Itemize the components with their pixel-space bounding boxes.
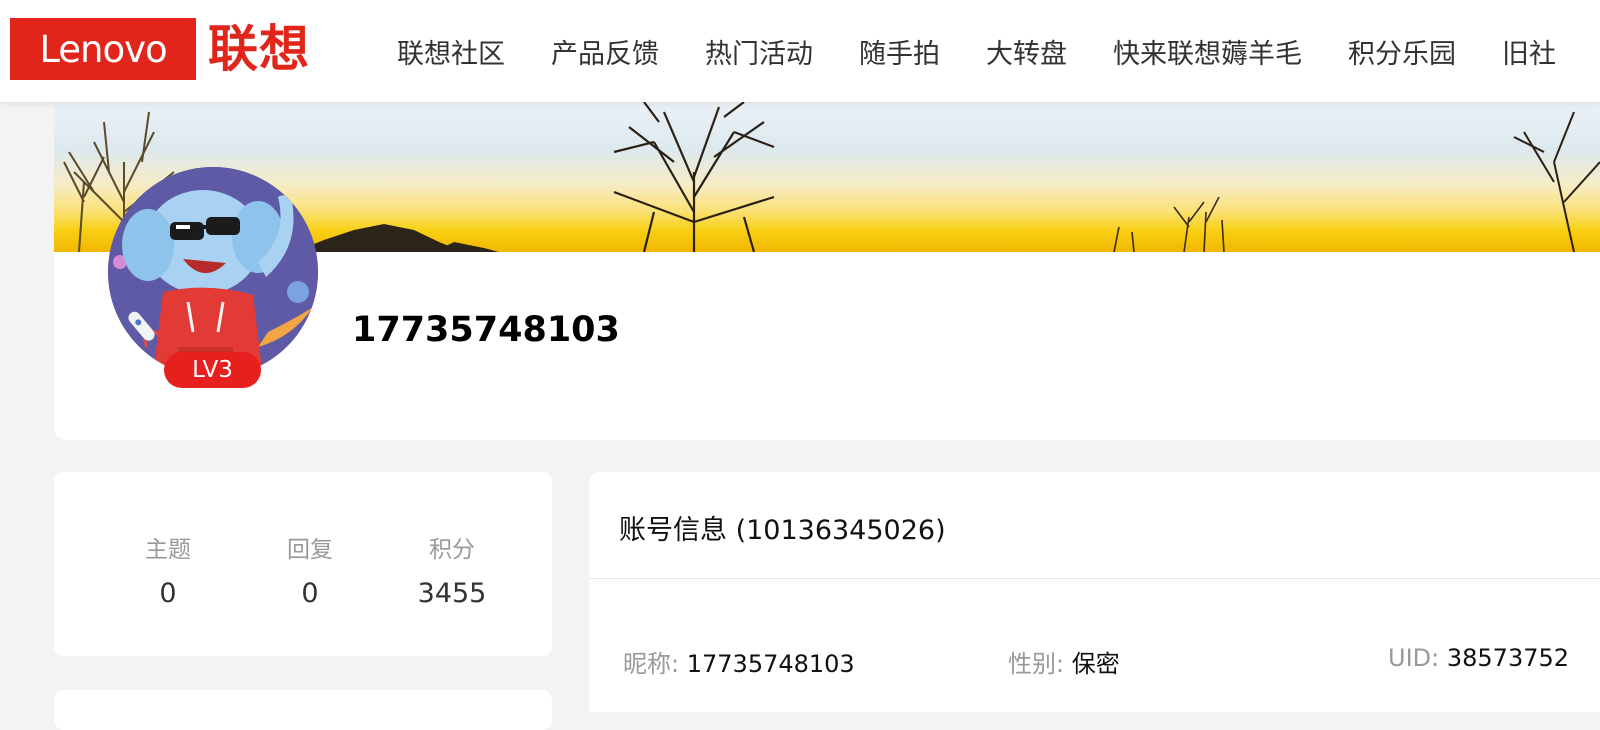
lenovo-logo[interactable]: Lenovo 联想 [10,18,310,80]
top-navigation-bar: Lenovo 联想 联想社区 产品反馈 热门活动 随手拍 大转盘 快来联想薅羊毛… [0,0,1600,102]
nav-item-old-community[interactable]: 旧社 [1479,32,1579,71]
nickname-value: 17735748103 [686,650,855,678]
nickname-field: 昵称: 17735748103 [623,644,855,679]
gender-value: 保密 [1071,650,1120,678]
nav-item-events[interactable]: 热门活动 [682,32,836,71]
logo-cn: 联想 [208,20,310,78]
nav-item-points-park[interactable]: 积分乐园 [1325,32,1479,71]
gender-field: 性别: 保密 [1008,644,1120,679]
level-badge: LV3 [164,352,261,388]
user-stats-card: 主题 0 回复 0 积分 3455 [54,472,552,656]
account-info-title: 账号信息 (10136345026) [619,515,946,546]
uid-label: UID: [1388,644,1440,672]
left-lower-card [54,690,552,730]
stat-points-value: 3455 [417,578,487,609]
stat-topics-label: 主题 [145,537,191,563]
logo-en: Lenovo [10,18,196,80]
divider [589,578,1600,579]
nav-item-feedback[interactable]: 产品反馈 [528,32,682,71]
elephant-mascot-icon [108,167,318,377]
uid-field: UID: 38573752 [1388,644,1569,672]
stat-replies-value: 0 [301,578,319,609]
account-info-card: 账号信息 (10136345026) 昵称: 17735748103 性别: 保… [589,472,1600,712]
stat-replies[interactable]: 回复 0 [239,530,381,656]
stat-replies-label: 回复 [287,537,333,563]
stat-topics-value: 0 [159,578,177,609]
user-avatar[interactable] [108,167,318,377]
nav-item-community[interactable]: 联想社区 [374,32,528,71]
nickname-label: 昵称: [623,650,680,678]
nav-item-wheel[interactable]: 大转盘 [963,32,1090,71]
nav-item-deals[interactable]: 快来联想薅羊毛 [1090,32,1325,71]
stat-points-label: 积分 [429,537,475,563]
stat-topics[interactable]: 主题 0 [97,530,239,656]
stat-points[interactable]: 积分 3455 [381,530,523,656]
profile-username: 17735748103 [352,310,620,350]
main-nav: 联想社区 产品反馈 热门活动 随手拍 大转盘 快来联想薅羊毛 积分乐园 旧社 [374,0,1579,102]
uid-value: 38573752 [1446,644,1570,672]
profile-card: LV3 17735748103 [54,102,1600,440]
gender-label: 性别: [1008,650,1065,678]
nav-item-snapshot[interactable]: 随手拍 [836,32,963,71]
